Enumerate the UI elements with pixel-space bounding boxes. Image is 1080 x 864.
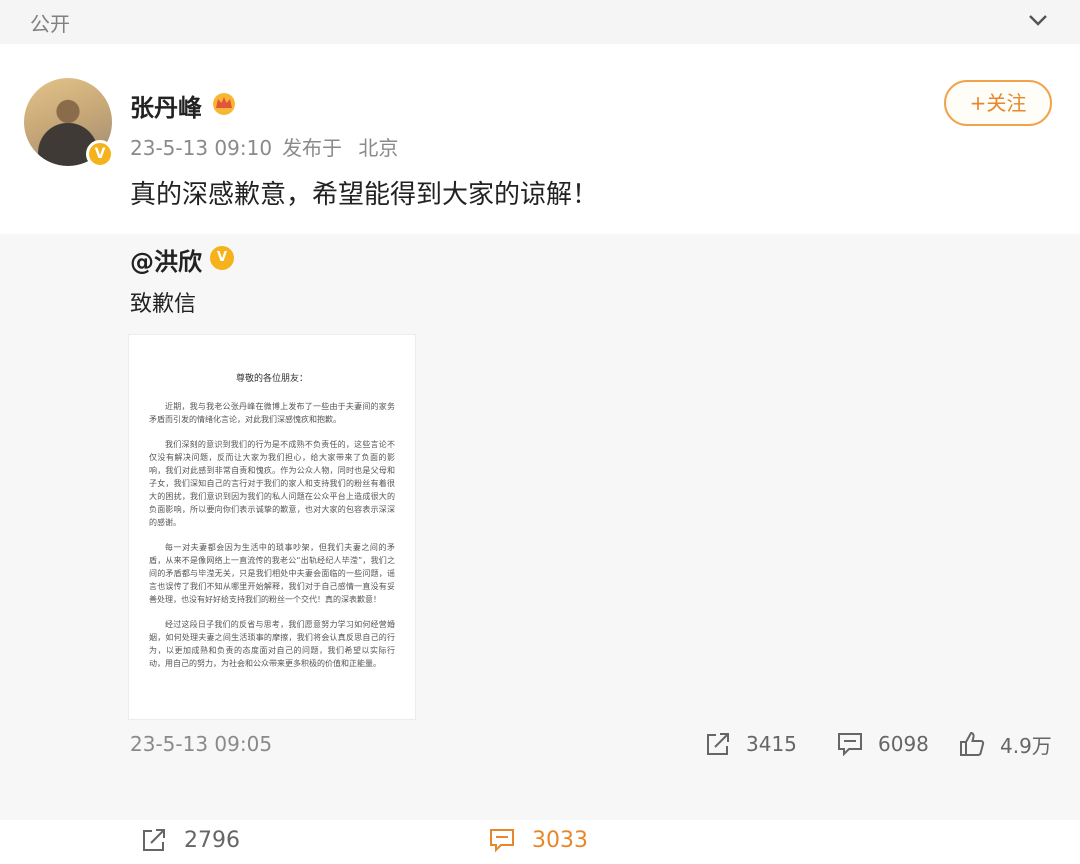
reposted-content[interactable]: @洪欣 V 致歉信 尊敬的各位朋友： 近期，我与我老公张丹峰在微博上发布了一些由… <box>0 234 1080 820</box>
share-button[interactable]: 2796 <box>140 826 240 854</box>
post-timestamp: 23-5-13 09:10 <box>130 136 273 160</box>
like-icon <box>960 731 985 756</box>
letter-paragraph: 每一对夫妻都会因为生活中的琐事吵架，但我们夫妻之间的矛盾，从来不是像网络上一直流… <box>149 543 395 604</box>
repost-share-button[interactable]: 3415 <box>704 730 797 758</box>
comment-icon <box>838 733 862 757</box>
follow-button[interactable]: +关注 <box>944 80 1052 126</box>
repost-share-count: 3415 <box>746 732 797 756</box>
letter-paragraph: 我们深刻的意识到我们的行为是不成熟不负责任的，这些言论不仅没有解决问题，反而让大… <box>149 440 395 527</box>
chevron-down-icon[interactable] <box>1026 10 1050 30</box>
letter-image[interactable]: 尊敬的各位朋友： 近期，我与我老公张丹峰在微博上发布了一些由于夫妻间的家务矛盾而… <box>128 334 416 720</box>
share-icon <box>143 829 165 851</box>
visibility-label: 公开 <box>30 12 70 36</box>
repost-comment-count: 6098 <box>878 732 929 756</box>
location-prefix: 发布于 <box>282 136 343 160</box>
post-action-bar: 2796 3033 <box>0 820 1080 864</box>
crown-icon <box>213 93 235 115</box>
share-icon <box>707 733 729 755</box>
post-text: 真的深感歉意，希望能得到大家的谅解！ <box>130 180 599 210</box>
verified-badge-icon: V <box>86 140 114 168</box>
post-location: 北京 <box>358 136 399 160</box>
mention-link[interactable]: @洪欣 <box>130 242 202 277</box>
repost-comment-button[interactable]: 6098 <box>836 730 929 758</box>
visibility-bar: 公开 <box>0 0 1080 44</box>
verified-badge-icon: V <box>210 246 234 270</box>
comment-button[interactable]: 3033 <box>488 826 588 854</box>
repost-text: 致歉信 <box>130 292 197 317</box>
share-count: 2796 <box>184 827 240 853</box>
repost-timestamp: 23-5-13 09:05 <box>130 732 273 756</box>
post-meta: 23-5-13 09:10 发布于 北京 <box>130 132 398 161</box>
letter-title: 尊敬的各位朋友： <box>235 374 308 384</box>
repost-like-count: 4.9万 <box>1000 733 1052 758</box>
comment-icon <box>490 829 514 853</box>
letter-paragraph: 经过这段日子我们的反省与思考，我们愿意努力学习如何经营婚姻，如何处理夫妻之间生活… <box>149 620 395 668</box>
comment-count: 3033 <box>532 827 588 853</box>
weibo-post: V 张丹峰 23-5-13 09:10 发布于 北京 +关注 真的深感歉意，希望能… <box>0 44 1080 864</box>
author-name[interactable]: 张丹峰 <box>130 88 202 123</box>
letter-paragraph: 近期，我与我老公张丹峰在微博上发布了一些由于夫妻间的家务矛盾而引发的情绪化言论，… <box>149 402 395 424</box>
repost-like-button[interactable]: 4.9万 <box>958 730 1052 758</box>
